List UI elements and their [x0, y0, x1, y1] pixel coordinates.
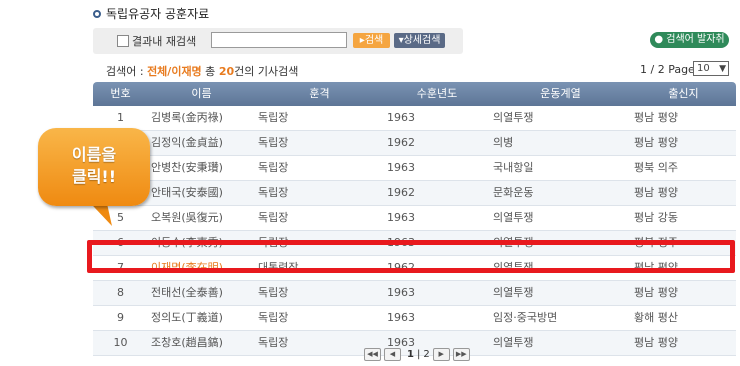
cell-year: 1963	[387, 161, 415, 174]
cell-name[interactable]: 오복원(吳復元)	[148, 206, 255, 230]
cell-year: 1963	[387, 286, 415, 299]
research-within-label: 결과내 재검색	[132, 35, 197, 48]
page-link-current[interactable]: 1	[407, 349, 414, 360]
table-row: 8 전태선(全泰善) 독립장 1963 의열투쟁 평남 평양	[93, 281, 736, 306]
table-header: 번호 이름 훈격 수훈년도 운동계열 출신지	[93, 82, 736, 106]
header-name: 이름	[191, 87, 212, 100]
bullet-icon	[93, 9, 101, 18]
cell-origin: 평남 평양	[634, 136, 678, 149]
cell-year: 1963	[387, 211, 415, 224]
cell-origin: 평북 의주	[634, 161, 678, 174]
cell-name[interactable]: 안병찬(安秉瓚)	[148, 156, 255, 180]
header-rank: 훈격	[309, 87, 330, 100]
page-link[interactable]: 2	[423, 349, 429, 360]
search-summary: 검색어 : 전체/이재명 총 20건의 기사검색	[106, 63, 298, 79]
cell-movement: 문화운동	[493, 186, 534, 199]
cell-number: 8	[117, 286, 124, 299]
per-page-select[interactable]: 10 ▼	[693, 61, 729, 76]
bullet-icon: ●	[654, 34, 667, 45]
cell-origin: 평남 평양	[634, 286, 678, 299]
cell-movement: 의열투쟁	[493, 286, 534, 299]
cell-number: 1	[117, 111, 124, 124]
callout-line1: 이름을	[71, 145, 117, 164]
cell-movement: 국내항일	[493, 161, 534, 174]
cell-origin: 평남 평양	[634, 186, 678, 199]
cell-rank: 독립장	[258, 111, 289, 124]
result-count: 20	[218, 65, 235, 78]
cell-rank: 독립장	[258, 136, 289, 149]
cell-movement: 의열투쟁	[493, 111, 534, 124]
summary-middle: 총	[201, 65, 219, 78]
header-year: 수훈년도	[416, 87, 458, 100]
callout-text: 이름을 클릭!!	[38, 144, 150, 188]
table-row: 1 김병록(金丙祿) 독립장 1963 의열투쟁 평남 평양	[93, 106, 736, 131]
advanced-search-button[interactable]: ▾상세검색	[394, 33, 445, 48]
cell-rank: 독립장	[258, 211, 289, 224]
section-title: 독립유공자 공훈자료	[93, 5, 209, 22]
cell-origin: 황해 평산	[634, 311, 678, 324]
cell-rank: 독립장	[258, 186, 289, 199]
cell-year: 1962	[387, 186, 415, 199]
cell-rank: 독립장	[258, 311, 289, 324]
page-title: 독립유공자 공훈자료	[106, 7, 210, 21]
pagination: ◀◀ ◀ 1 | 2 ▶ ▶▶	[364, 348, 473, 361]
cell-number: 10	[113, 336, 128, 349]
cell-movement: 의열투쟁	[493, 211, 534, 224]
cell-year: 1963	[387, 311, 415, 324]
first-page-button[interactable]: ◀◀	[364, 348, 381, 361]
page-separator: |	[416, 349, 421, 360]
table-body: 1김병록(金丙祿)독립장1963의열투쟁평남 평양2김정익(金貞益)독립장196…	[93, 106, 736, 356]
cell-origin: 평남 평양	[634, 336, 678, 349]
cell-name[interactable]: 정의도(丁義道)	[148, 306, 255, 330]
cell-movement: 의병	[493, 136, 514, 149]
cell-name[interactable]: 전태선(全泰善)	[148, 281, 255, 305]
research-within-checkbox[interactable]	[117, 35, 129, 47]
table-row: 9 정의도(丁義道) 독립장 1963 임정·중국방면 황해 평산	[93, 306, 736, 331]
page-info: 1 / 2 Page	[640, 63, 695, 76]
cell-movement: 임정·중국방면	[493, 311, 558, 324]
chevron-down-icon: ▼	[719, 64, 726, 74]
search-button-label: 검색	[364, 35, 384, 46]
advanced-search-label: 상세검색	[403, 35, 441, 46]
header-movement: 운동계열	[540, 87, 581, 100]
prev-page-button[interactable]: ◀	[384, 348, 401, 361]
cell-rank: 독립장	[258, 286, 289, 299]
table-row: 4안태국(安泰國)독립장1962문화운동평남 평양	[93, 181, 736, 206]
cell-year: 1963	[387, 111, 415, 124]
search-input[interactable]	[211, 32, 347, 48]
highlight-box	[87, 240, 735, 273]
cell-rank: 독립장	[258, 161, 289, 174]
next-page-button[interactable]: ▶	[432, 348, 450, 361]
table-row: 2김정익(金貞益)독립장1962의병평남 평양	[93, 131, 736, 156]
cell-name[interactable]: 조창호(趙昌鎬)	[148, 331, 255, 355]
search-keyword: 전체/이재명	[147, 65, 202, 78]
table-row: 3안병찬(安秉瓚)독립장1963국내항일평북 의주	[93, 156, 736, 181]
cell-movement: 의열투쟁	[493, 336, 534, 349]
cell-year: 1962	[387, 136, 415, 149]
summary-suffix: 건의 기사검색	[234, 65, 299, 78]
summary-prefix: 검색어 :	[106, 65, 148, 78]
keyword-history-button[interactable]: ● 검색어 발자취	[650, 32, 729, 48]
cell-number: 9	[117, 311, 124, 324]
callout-line2: 클릭!!	[71, 167, 117, 186]
search-button[interactable]: ▸검색	[353, 33, 390, 48]
table-row: 5 오복원(吳復元) 독립장 1963 의열투쟁 평남 강동	[93, 206, 736, 231]
header-number: 번호	[110, 87, 131, 100]
header-origin: 출신지	[668, 87, 699, 100]
cell-name[interactable]: 김정익(金貞益)	[148, 131, 255, 155]
cell-origin: 평남 강동	[634, 211, 678, 224]
results-table: 번호 이름 훈격 수훈년도 운동계열 출신지 1 김병록(金丙祿) 독립장 1963 의…	[93, 82, 736, 356]
per-page-value: 10	[697, 63, 710, 74]
cell-name[interactable]: 김병록(金丙祿)	[148, 106, 255, 130]
cell-origin: 평남 평양	[634, 111, 678, 124]
keyword-history-label: 검색어 발자취	[666, 34, 725, 45]
last-page-button[interactable]: ▶▶	[452, 348, 470, 361]
cell-name[interactable]: 안태국(安泰國)	[148, 181, 255, 205]
